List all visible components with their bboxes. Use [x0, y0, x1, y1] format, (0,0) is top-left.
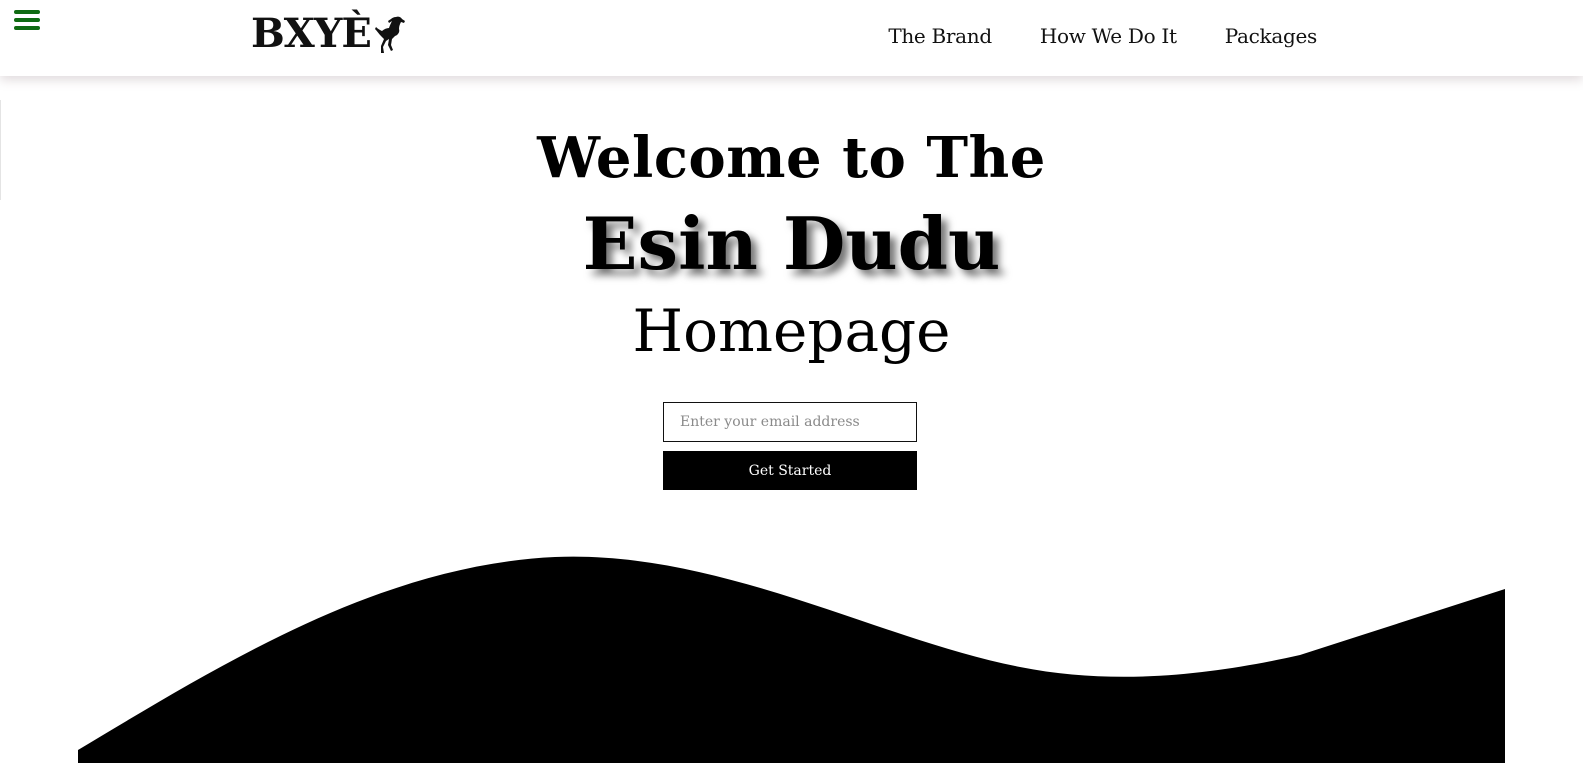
hamburger-menu-icon[interactable] [14, 10, 40, 32]
decorative-wave-shape [78, 556, 1505, 763]
rearing-horse-icon [374, 16, 405, 53]
hero-heading-welcome: Welcome to The [537, 125, 1046, 191]
site-header: BXYÈ The Brand How We Do It Packages [0, 0, 1583, 76]
nav-link-how-we-do-it[interactable]: How We Do It [1040, 24, 1177, 48]
get-started-button[interactable]: Get Started [663, 451, 917, 490]
main-nav: The Brand How We Do It Packages [888, 24, 1317, 48]
brand-logo[interactable]: BXYÈ [251, 9, 408, 59]
hero-heading-homepage: Homepage [632, 297, 951, 365]
nav-link-the-brand[interactable]: The Brand [888, 24, 992, 48]
hero-heading-name: Esin Dudu [582, 201, 1001, 286]
logo-text: BXYÈ [251, 10, 372, 57]
email-input[interactable] [663, 402, 917, 442]
nav-link-packages[interactable]: Packages [1225, 24, 1318, 48]
